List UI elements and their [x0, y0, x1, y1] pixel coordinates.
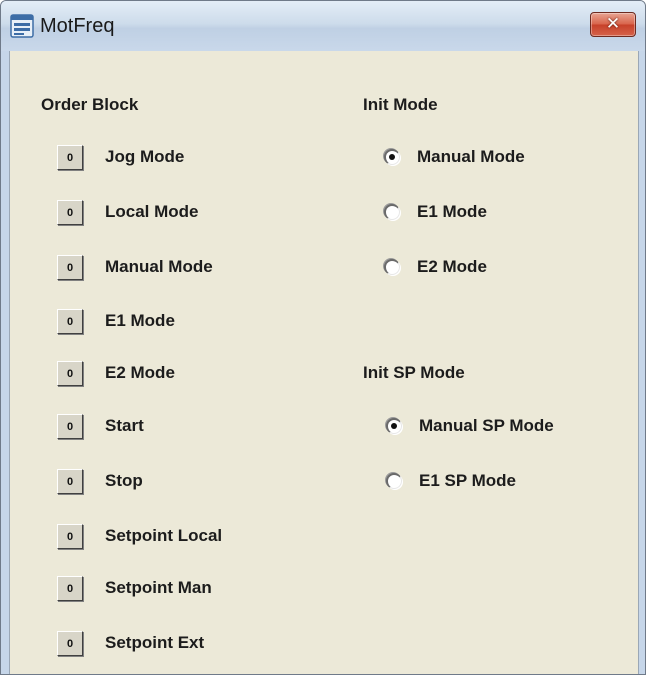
- radio-selected-dot: [389, 154, 395, 160]
- motfreq-window: MotFreq ✕ Order Block 0 Jog Mode 0 Local…: [0, 0, 646, 675]
- local-mode-label: Local Mode: [105, 202, 199, 221]
- init-sp-manual-radio[interactable]: [386, 418, 402, 434]
- init-mode-manual-radio[interactable]: [384, 149, 400, 165]
- title-bar[interactable]: MotFreq ✕: [1, 1, 645, 51]
- client-area: Order Block 0 Jog Mode 0 Local Mode 0 Ma…: [9, 51, 639, 674]
- init-sp-e1-label: E1 SP Mode: [419, 471, 516, 490]
- init-mode-e2-label: E2 Mode: [417, 257, 487, 276]
- e2-mode-label: E2 Mode: [105, 363, 175, 382]
- setpoint-local-button[interactable]: 0: [57, 524, 83, 549]
- setpoint-local-label: Setpoint Local: [105, 526, 223, 545]
- setpoint-ext-button[interactable]: 0: [57, 631, 83, 656]
- e1-mode-button[interactable]: 0: [57, 309, 83, 334]
- order-block-heading: Order Block: [41, 95, 139, 114]
- init-mode-e1-radio[interactable]: [384, 204, 400, 220]
- manual-mode-button[interactable]: 0: [57, 255, 83, 280]
- init-mode-e1-label: E1 Mode: [417, 202, 487, 221]
- window-title: MotFreq: [40, 15, 115, 37]
- init-sp-e1-radio[interactable]: [386, 473, 402, 489]
- init-sp-manual-label: Manual SP Mode: [419, 416, 554, 435]
- close-button[interactable]: ✕: [590, 12, 636, 37]
- stop-label: Stop: [105, 471, 143, 490]
- start-label: Start: [105, 416, 144, 435]
- e1-mode-label: E1 Mode: [105, 311, 175, 330]
- init-mode-e2-radio[interactable]: [384, 259, 400, 275]
- setpoint-ext-label: Setpoint Ext: [105, 633, 205, 652]
- init-mode-heading: Init Mode: [363, 95, 438, 114]
- jog-mode-label: Jog Mode: [105, 147, 185, 166]
- jog-mode-button[interactable]: 0: [57, 145, 83, 170]
- radio-selected-dot: [391, 423, 397, 429]
- setpoint-man-label: Setpoint Man: [105, 578, 212, 597]
- app-icon: [10, 14, 34, 38]
- manual-mode-label: Manual Mode: [105, 257, 213, 276]
- init-sp-mode-heading: Init SP Mode: [363, 363, 465, 382]
- local-mode-button[interactable]: 0: [57, 200, 83, 225]
- setpoint-man-button[interactable]: 0: [57, 576, 83, 601]
- start-button[interactable]: 0: [57, 414, 83, 439]
- stop-button[interactable]: 0: [57, 469, 83, 494]
- e2-mode-button[interactable]: 0: [57, 361, 83, 386]
- init-mode-manual-label: Manual Mode: [417, 147, 525, 166]
- close-icon: ✕: [605, 14, 621, 34]
